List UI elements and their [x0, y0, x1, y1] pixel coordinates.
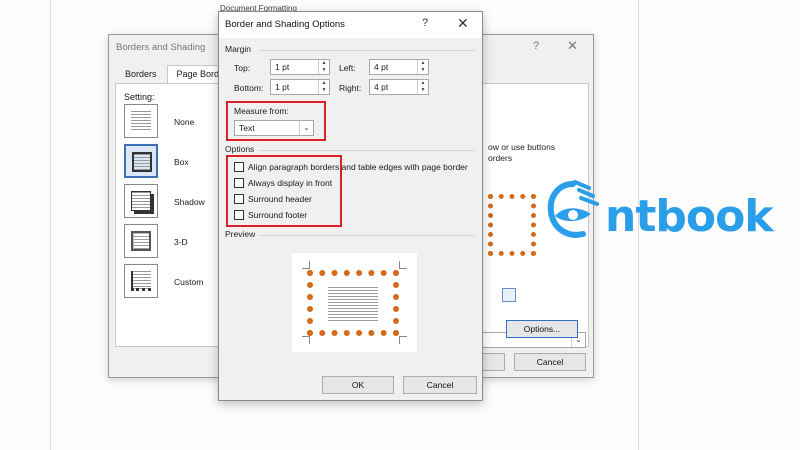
- bottom-spin-arrows[interactable]: ▲ ▼: [318, 80, 329, 94]
- options-divider: [259, 150, 475, 151]
- border-toggle-icon[interactable]: [502, 288, 516, 302]
- setting-shadow-label[interactable]: Shadow: [174, 197, 205, 207]
- back-dialog-title: Borders and Shading: [116, 42, 206, 53]
- preview-divider: [259, 235, 475, 236]
- ok-button[interactable]: OK: [322, 376, 394, 394]
- tab-borders[interactable]: Borders: [115, 65, 167, 83]
- options-highlight: [226, 155, 342, 227]
- left-value: 4 pt: [374, 62, 389, 72]
- logo-eye-icon: [547, 180, 599, 238]
- front-dialog-title: Border and Shading Options: [225, 19, 345, 30]
- setting-custom-label[interactable]: Custom: [174, 277, 203, 287]
- cancel-button[interactable]: Cancel: [403, 376, 477, 394]
- back-art-preview: [488, 194, 536, 256]
- preview-corner-mark: [399, 336, 407, 344]
- back-tab-strip: Borders Page Borde: [115, 65, 235, 83]
- preview-corner-mark: [399, 261, 407, 269]
- logo-wordmark: ntbook: [605, 191, 774, 242]
- setting-box-label[interactable]: Box: [174, 157, 189, 167]
- options-button[interactable]: Options...: [506, 320, 578, 338]
- top-spin-arrows[interactable]: ▲ ▼: [318, 60, 329, 74]
- preview-label: Preview: [225, 229, 256, 239]
- left-spinner[interactable]: 4 pt ▲ ▼: [369, 59, 429, 75]
- top-spinner[interactable]: 1 pt ▲ ▼: [270, 59, 330, 75]
- preview-corner-mark: [302, 261, 310, 269]
- page-edge-left: [50, 0, 51, 450]
- spin-up-icon[interactable]: ▲: [319, 80, 329, 87]
- border-and-shading-options-dialog: Border and Shading Options ? ✕ Margin To…: [218, 11, 483, 401]
- right-value: 4 pt: [374, 82, 389, 92]
- setting-box-icon[interactable]: [124, 144, 158, 178]
- setting-3d-label[interactable]: 3-D: [174, 237, 188, 247]
- spin-down-icon[interactable]: ▼: [418, 67, 428, 74]
- preview-corner-mark: [302, 336, 310, 344]
- back-cancel-button[interactable]: Cancel: [514, 353, 586, 371]
- setting-none-label[interactable]: None: [174, 117, 194, 127]
- top-label: Top:: [234, 63, 251, 73]
- spin-down-icon[interactable]: ▼: [319, 67, 329, 74]
- right-spinner[interactable]: 4 pt ▲ ▼: [369, 79, 429, 95]
- options-group-label: Options: [225, 144, 255, 154]
- preview-instructions-line1: ow or use buttons: [488, 142, 556, 152]
- top-value: 1 pt: [275, 62, 290, 72]
- preview-instructions-line2: orders: [488, 153, 513, 163]
- measure-from-highlight: [226, 101, 326, 141]
- front-title-bar: Border and Shading Options ? ✕: [219, 12, 482, 38]
- border-preview: [292, 253, 417, 352]
- spin-up-icon[interactable]: ▲: [319, 60, 329, 67]
- setting-3d-icon[interactable]: [124, 224, 158, 258]
- back-help-icon[interactable]: ?: [533, 40, 539, 52]
- bottom-spinner[interactable]: 1 pt ▲ ▼: [270, 79, 330, 95]
- back-close-icon[interactable]: ✕: [567, 38, 578, 54]
- right-spin-arrows[interactable]: ▲ ▼: [417, 80, 428, 94]
- bottom-label: Bottom:: [234, 83, 264, 93]
- spin-down-icon[interactable]: ▼: [319, 87, 329, 94]
- preview-text-lines: [328, 287, 378, 321]
- spin-up-icon[interactable]: ▲: [418, 80, 428, 87]
- front-help-icon[interactable]: ?: [422, 17, 428, 29]
- left-label: Left:: [339, 63, 356, 73]
- margin-group-label: Margin: [225, 44, 251, 54]
- setting-none-icon[interactable]: [124, 104, 158, 138]
- left-spin-arrows[interactable]: ▲ ▼: [417, 60, 428, 74]
- setting-shadow-icon[interactable]: [124, 184, 158, 218]
- ntbook-logo: ntbook: [545, 176, 780, 250]
- spin-up-icon[interactable]: ▲: [418, 60, 428, 67]
- spin-down-icon[interactable]: ▼: [418, 87, 428, 94]
- setting-label: Setting:: [124, 92, 155, 102]
- front-close-icon[interactable]: ✕: [457, 15, 469, 32]
- margin-divider: [259, 50, 475, 51]
- right-label: Right:: [339, 83, 362, 93]
- preview-instructions: ow or use buttons orders: [488, 142, 555, 164]
- setting-custom-icon[interactable]: [124, 264, 158, 298]
- bottom-value: 1 pt: [275, 82, 290, 92]
